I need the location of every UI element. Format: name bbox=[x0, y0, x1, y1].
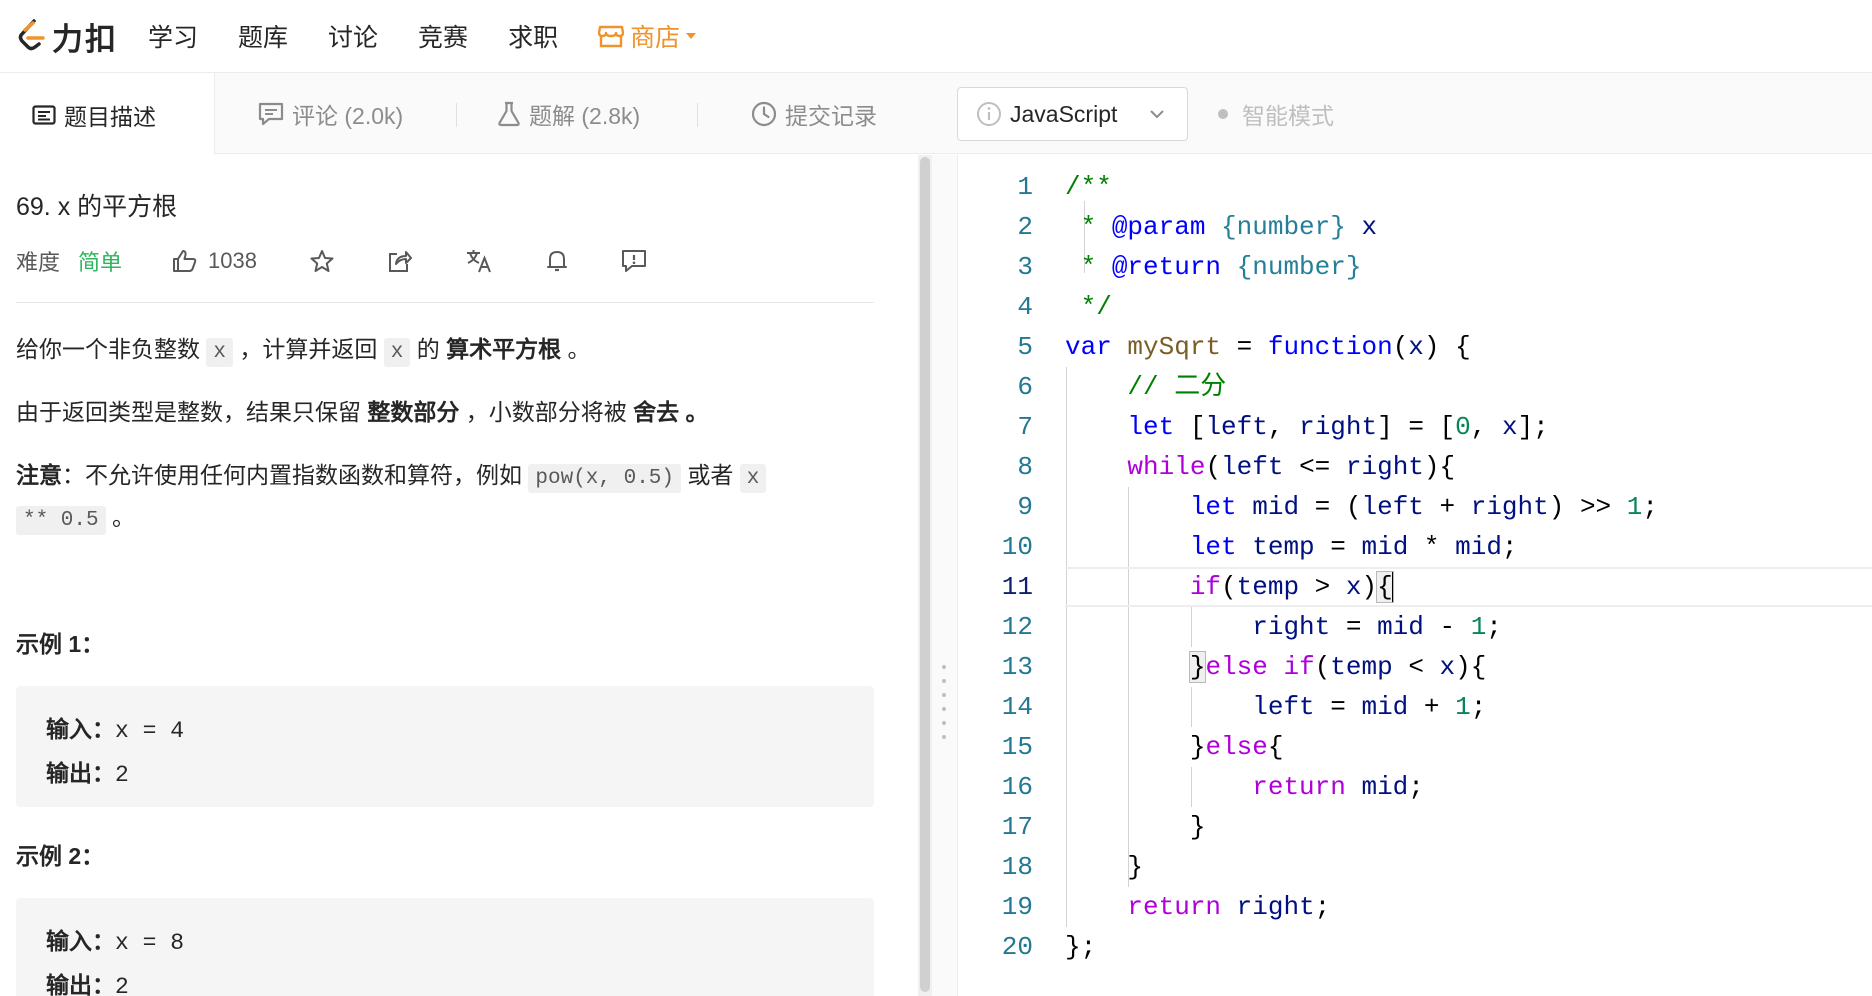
code-line: 9 let mid = (left + right) >> 1; bbox=[1017, 492, 1658, 522]
nav-learn[interactable]: 学习 bbox=[148, 18, 198, 54]
feedback-icon bbox=[621, 250, 646, 272]
code-line: 10 let temp = mid * mid; bbox=[1001, 532, 1518, 562]
code-line: 8 while(left <= right){ bbox=[1017, 452, 1456, 482]
tab-submissions-label: 提交记录 bbox=[785, 103, 877, 129]
tab-description[interactable]: 题目描述 bbox=[0, 73, 215, 156]
code-line: 7 let [left, right] = [0, x]; bbox=[1017, 412, 1549, 442]
status-dot bbox=[1218, 109, 1228, 119]
favorite-button[interactable] bbox=[309, 249, 335, 273]
code-line-current: 11 if(temp > x){ bbox=[958, 567, 1872, 607]
chevron-down-icon bbox=[1150, 110, 1164, 119]
nav-discuss[interactable]: 讨论 bbox=[328, 18, 378, 54]
like-button[interactable]: 1038 bbox=[172, 248, 257, 274]
code-line: 13 }else if(temp < x){ bbox=[1001, 651, 1487, 683]
inline-code: x bbox=[739, 464, 767, 493]
document-icon bbox=[32, 104, 56, 125]
inline-code: ** 0.5 bbox=[16, 506, 106, 535]
text-cursor bbox=[1391, 572, 1394, 603]
example-2-box: 输入：x = 8 输出：2 bbox=[16, 898, 874, 996]
example-1-title: 示例 1： bbox=[16, 631, 105, 657]
smart-mode-label: 智能模式 bbox=[1242, 103, 1334, 129]
problem-meta-bar: 难度 简单 1038 bbox=[16, 241, 874, 281]
tab-bar: 题目描述 评论 (2.0k) 题解 (2.8k) 提交记录 JavaScript bbox=[0, 72, 1872, 156]
tab-divider bbox=[697, 103, 698, 127]
info-icon bbox=[977, 102, 1001, 126]
divider bbox=[16, 302, 874, 303]
description-paragraph-1: 给你一个非负整数 x ，计算并返回 x 的 算术平方根 。 bbox=[16, 330, 874, 372]
code-editor[interactable]: 1/** 2 * @param {number} x 3 * @return {… bbox=[957, 155, 1872, 996]
code-line: 20}; bbox=[1001, 932, 1097, 962]
nav-contest[interactable]: 竞赛 bbox=[418, 18, 468, 54]
chevron-down-icon bbox=[686, 33, 697, 39]
tab-divider bbox=[456, 103, 457, 127]
language-select-value: JavaScript bbox=[1010, 100, 1118, 127]
tab-solutions[interactable]: 题解 (2.8k) bbox=[497, 73, 640, 155]
panel-resize-handle[interactable] bbox=[932, 155, 957, 996]
inline-code: pow(x, 0.5) bbox=[528, 464, 682, 493]
tab-comments[interactable]: 评论 (2.0k) bbox=[258, 73, 403, 155]
translate-button[interactable] bbox=[465, 248, 493, 274]
inline-code: x bbox=[383, 338, 411, 367]
clock-icon bbox=[751, 101, 777, 127]
code-line: 14 left = mid + 1; bbox=[1001, 692, 1487, 722]
difficulty-label: 难度 bbox=[16, 250, 61, 275]
star-icon bbox=[310, 250, 334, 272]
leetcode-logo-icon bbox=[18, 19, 45, 51]
example-1-box: 输入：x = 4 输出：2 bbox=[16, 686, 874, 807]
share-icon bbox=[388, 251, 412, 272]
tab-solutions-label: 题解 (2.8k) bbox=[529, 103, 641, 129]
code-line: 2 * @param {number} x bbox=[1017, 212, 1378, 242]
description-paragraph-2: 由于返回类型是整数，结果只保留 整数部分 ，小数部分将被 舍去 。 bbox=[16, 399, 709, 425]
translate-icon bbox=[466, 250, 491, 273]
thumbs-up-icon bbox=[173, 250, 197, 272]
nav-shop-label: 商店 bbox=[630, 24, 681, 52]
nav-problems[interactable]: 题库 bbox=[238, 18, 288, 54]
scrollbar-thumb[interactable] bbox=[920, 157, 930, 992]
code-line: 16 return mid; bbox=[1001, 772, 1424, 802]
inline-code: x bbox=[206, 338, 233, 367]
problem-title: 69. x 的平方根 bbox=[16, 193, 178, 221]
code-line: 15 }else{ bbox=[1001, 732, 1284, 762]
example-2-title: 示例 2： bbox=[16, 843, 105, 869]
language-select[interactable]: JavaScript bbox=[957, 87, 1188, 141]
share-button[interactable] bbox=[387, 249, 413, 273]
code-line: 1/** bbox=[1017, 172, 1112, 202]
like-count: 1038 bbox=[208, 248, 257, 273]
notify-button[interactable] bbox=[545, 248, 569, 274]
problem-description-panel: 69. x 的平方根 难度 简单 1038 给你一个非负整数 x ，计算并返回 … bbox=[0, 155, 918, 996]
code-line: 12 right = mid - 1; bbox=[1001, 612, 1502, 642]
tab-submissions[interactable]: 提交记录 bbox=[751, 73, 877, 155]
code-line: 19 return right; bbox=[1001, 892, 1331, 922]
code-line: 18 } bbox=[1001, 852, 1144, 882]
store-icon bbox=[598, 25, 625, 48]
description-scrollbar[interactable] bbox=[918, 155, 932, 996]
top-nav: 力扣 学习 题库 讨论 竞赛 求职 商店 bbox=[0, 0, 1872, 72]
difficulty-badge: 简单 bbox=[78, 250, 123, 275]
feedback-button[interactable] bbox=[621, 249, 647, 273]
drag-grip-icon bbox=[942, 665, 946, 755]
code-line: 17 } bbox=[1001, 812, 1206, 842]
bell-icon bbox=[546, 251, 567, 272]
tab-description-label: 题目描述 bbox=[64, 103, 156, 130]
code-line: 3 * @return {number} bbox=[1017, 252, 1362, 282]
nav-shop[interactable]: 商店 bbox=[598, 18, 697, 54]
logo-text: 力扣 bbox=[52, 21, 118, 57]
nav-jobs[interactable]: 求职 bbox=[508, 18, 558, 54]
description-note: 注意：不允许使用任何内置指数函数和算符，例如 pow(x, 0.5) 或者 x *… bbox=[16, 456, 874, 540]
logo[interactable]: 力扣 bbox=[14, 14, 118, 59]
smart-mode-toggle[interactable]: 智能模式 bbox=[1218, 73, 1334, 155]
code-line: 6 // 二分 bbox=[1017, 372, 1227, 402]
flask-icon bbox=[498, 101, 520, 127]
comment-icon bbox=[258, 102, 284, 126]
code-line: 5 var mySqrt = function(x) { bbox=[1017, 332, 1471, 362]
tab-comments-label: 评论 (2.0k) bbox=[292, 103, 404, 129]
code-line: 4 */ bbox=[1017, 292, 1112, 322]
